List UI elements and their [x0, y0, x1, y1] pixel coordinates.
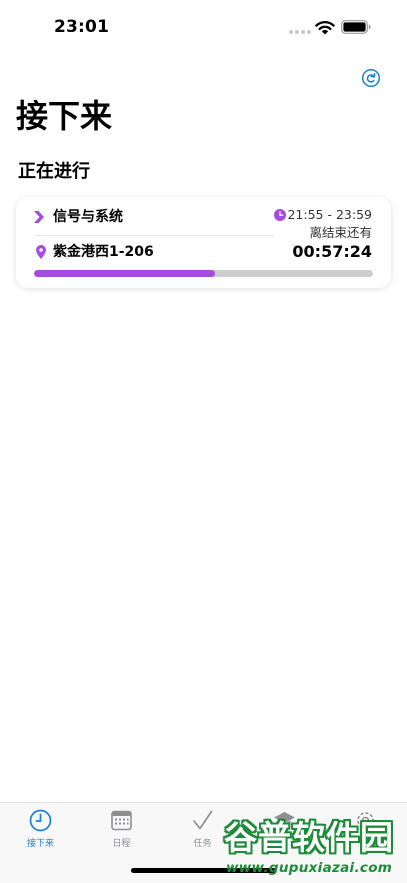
screen: 23:01 接下来 正在进行 信号与系统 紫金港西1-206 21:55 - 2… — [0, 0, 407, 883]
watermark-url: www.gupuxiazai.com — [226, 860, 393, 876]
section-title: 正在进行 — [18, 161, 90, 182]
chevron-right-icon — [34, 211, 44, 223]
watermark: 谷普软件园 www.gupuxiazai.com — [220, 818, 407, 883]
cellular-signal-icon — [289, 30, 311, 34]
wifi-icon — [315, 21, 335, 35]
clock-icon — [274, 209, 286, 221]
time-range: 21:55 - 23:59 — [287, 207, 372, 222]
page-title: 接下来 — [16, 97, 113, 135]
tab-label: 日程 — [112, 839, 131, 849]
card-divider — [34, 235, 274, 236]
location-pin-icon — [36, 245, 46, 259]
remaining-label: 离结束还有 — [309, 225, 372, 240]
calendar-icon — [111, 810, 132, 831]
watermark-title: 谷普软件园 — [224, 818, 394, 857]
current-event-card[interactable]: 信号与系统 紫金港西1-206 21:55 - 23:59 离结束还有 00:5… — [16, 197, 391, 288]
tab-next[interactable]: 接下来 — [0, 803, 81, 855]
countdown-timer: 00:57:24 — [292, 242, 372, 261]
course-name: 信号与系统 — [53, 209, 123, 225]
checkmark-icon — [193, 810, 213, 830]
tab-schedule[interactable]: 日程 — [81, 803, 162, 855]
clock-icon — [29, 809, 52, 832]
battery-icon — [341, 20, 371, 34]
progress-fill — [34, 270, 216, 277]
refresh-icon[interactable] — [361, 68, 381, 88]
status-bar: 23:01 — [0, 0, 407, 56]
status-time: 23:01 — [54, 17, 110, 37]
tab-label: 接下来 — [26, 839, 54, 849]
progress-bar — [34, 270, 373, 277]
location-name: 紫金港西1-206 — [53, 244, 154, 260]
